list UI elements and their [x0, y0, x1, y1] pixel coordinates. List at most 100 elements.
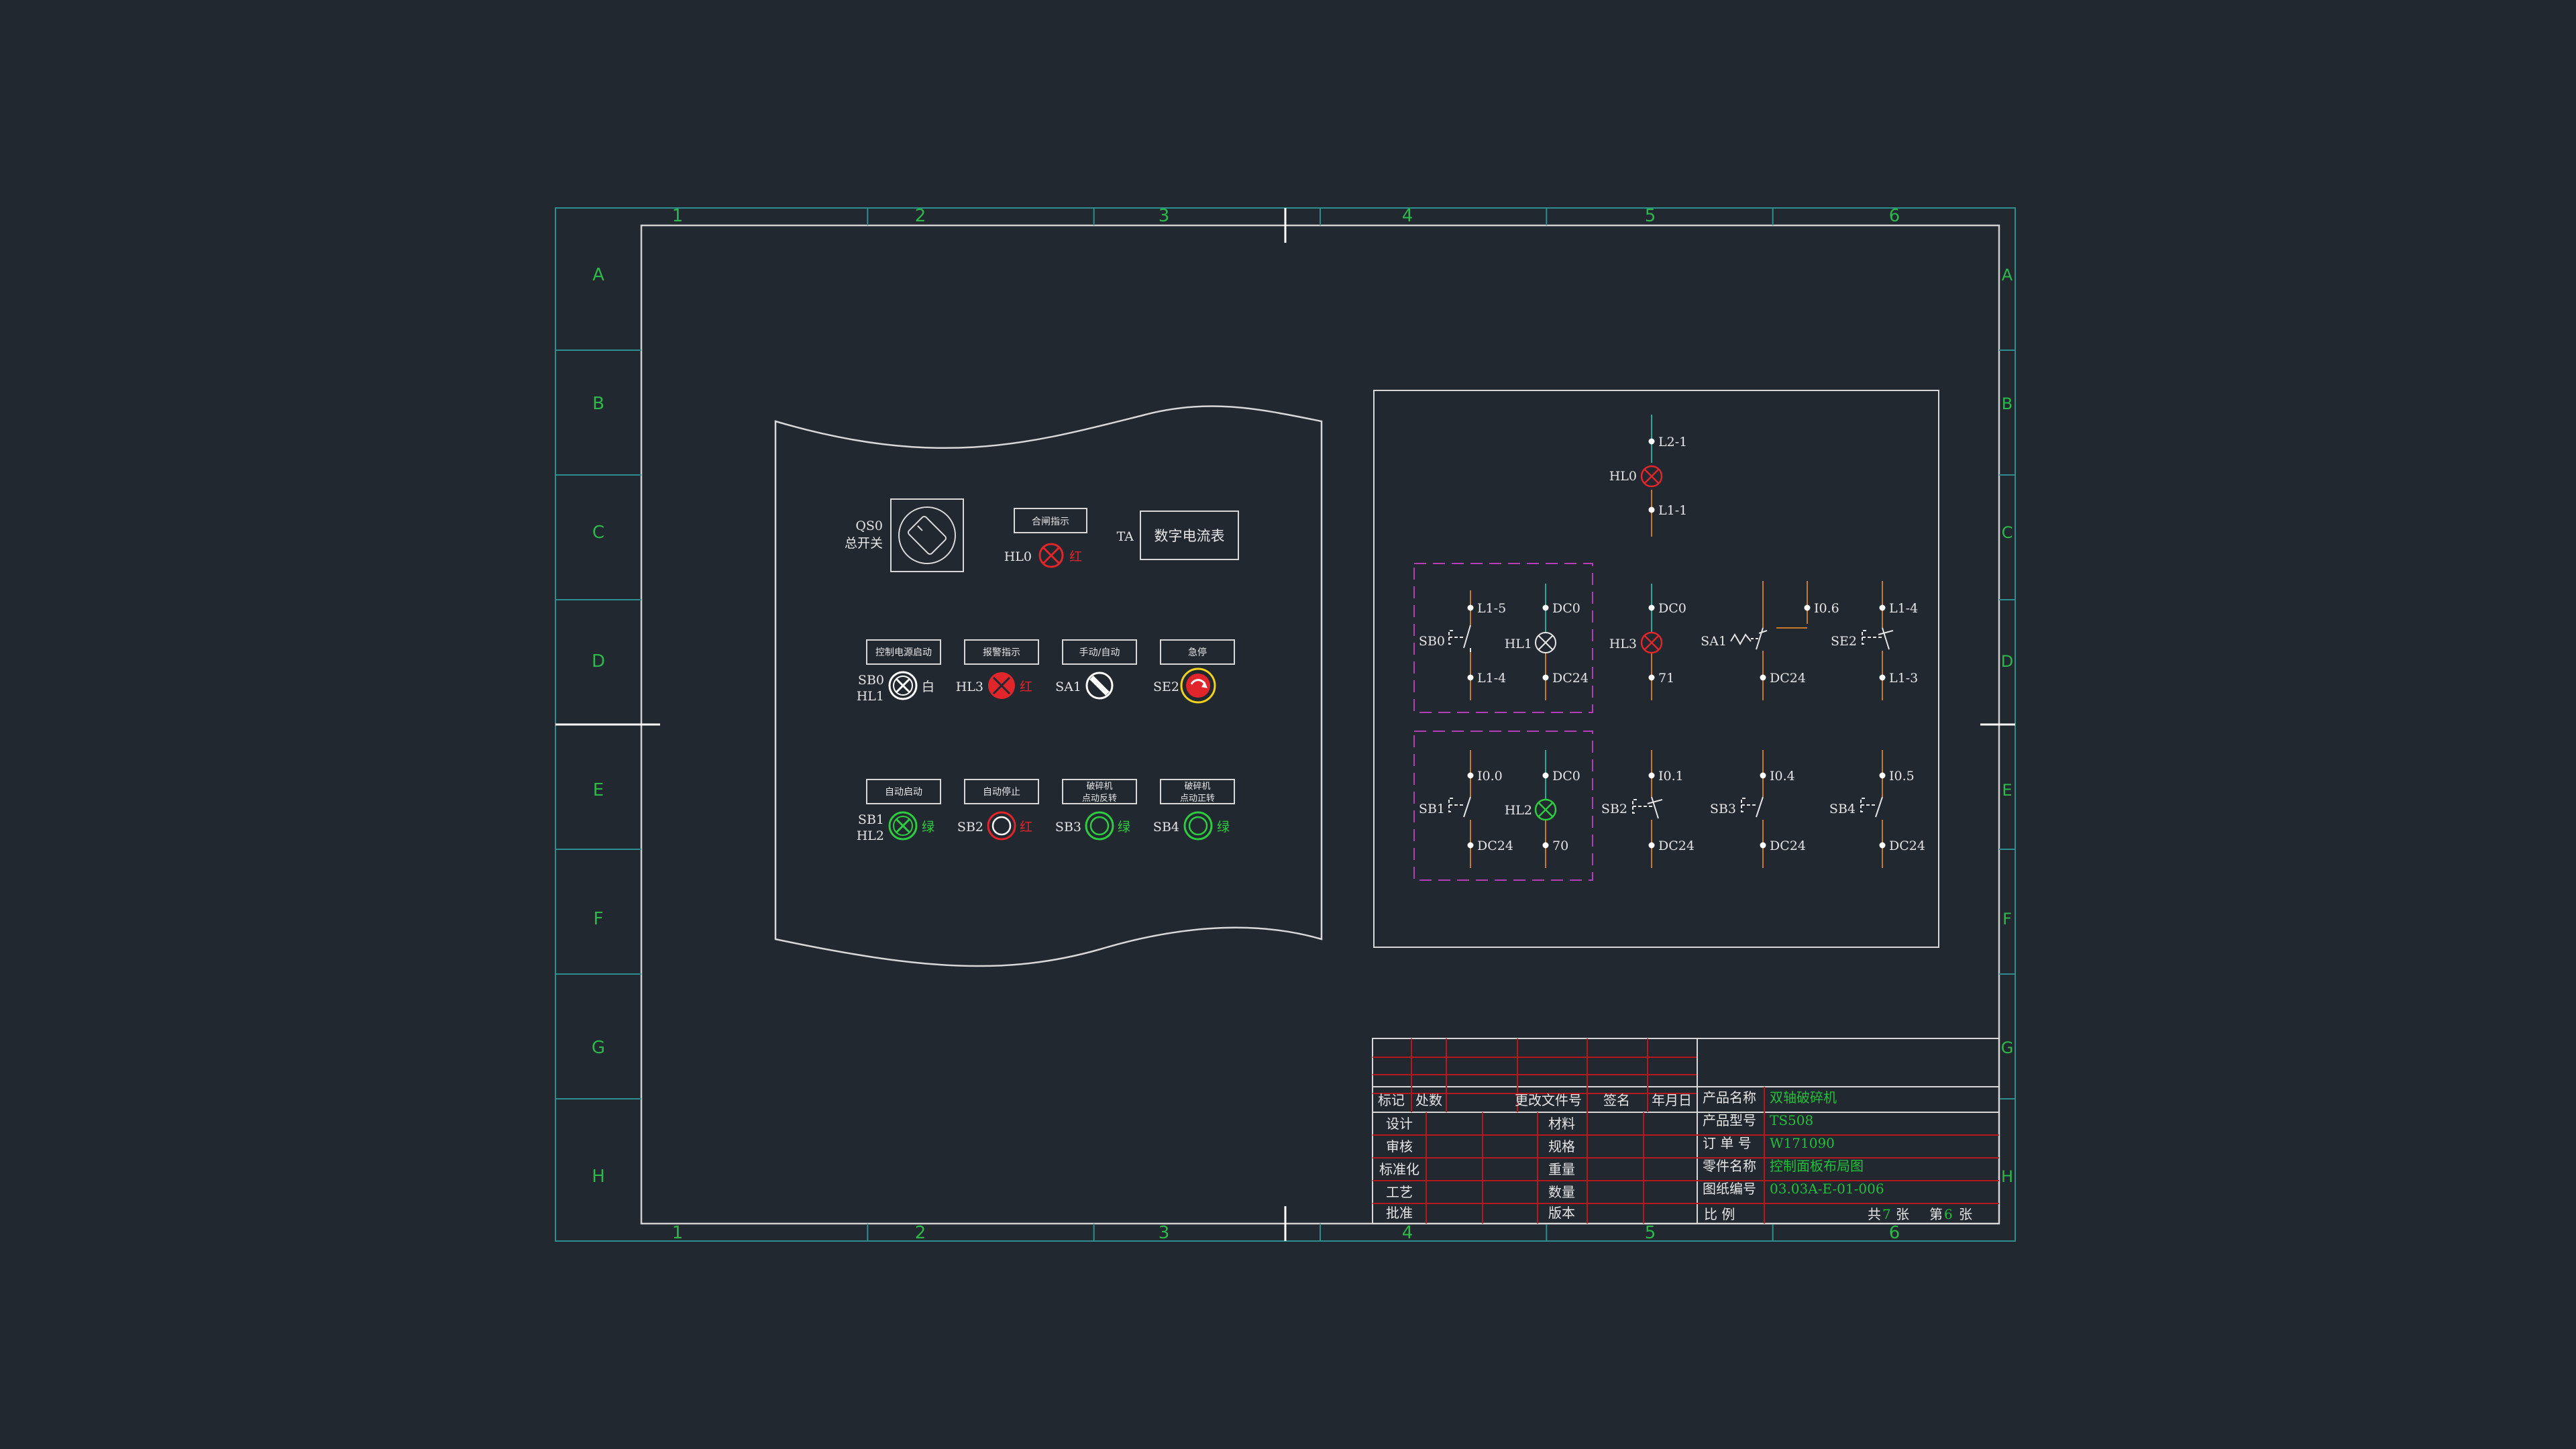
terminal-label: I0.4 [1770, 769, 1795, 784]
device-label-2: HL1 [857, 689, 884, 704]
info-field-value: 03.03A-E-01-006 [1770, 1181, 1884, 1197]
terminal-label: DC24 [1770, 671, 1806, 686]
red-push-button-icon [987, 811, 1016, 841]
terminal-label: DC24 [1770, 839, 1806, 853]
panel-row-2: 自动启动 SB1 HL2 绿 自动停止 SB2 红 破碎机 点动反转 SB3 绿… [857, 779, 1235, 843]
terminal-label: I0.6 [1814, 601, 1839, 616]
info-field-value: 双轴破碎机 [1770, 1089, 1837, 1106]
zone-column-label: 5 [1645, 206, 1656, 226]
terminal-label: L1-5 [1477, 601, 1506, 616]
sb0-circuit: L1-5 L1-4 SB0 [1419, 590, 1506, 700]
zone-column-label: 3 [1159, 1223, 1170, 1243]
info-field-label: 图纸编号 [1703, 1181, 1756, 1197]
panel-layout: QS0 总开关 合闸指示 HL0 红 TA 数字电流表 控制电源启动 SB0 H… [774, 405, 1323, 967]
nameplate-text: 自动启动 [885, 787, 922, 798]
zone-row-label: D [592, 651, 605, 672]
title-block-border [1372, 1038, 2000, 1224]
red-lamp-symbol-icon [1640, 465, 1663, 488]
revision-grid [1373, 1038, 1999, 1224]
element-label: SB4 [1829, 802, 1856, 816]
zone-row-label: E [2002, 781, 2012, 800]
info-field-value: 控制面板布局图 [1770, 1158, 1864, 1174]
title-block: 标记 处数 更改文件号 签名 年月日 设计审核标准化工艺批准 材料规格重量数量版… [1372, 1038, 2000, 1224]
revision-header: 处数 [1415, 1092, 1442, 1108]
terminal-label: L1-1 [1658, 503, 1687, 518]
hl0-label: HL0 [1004, 549, 1032, 564]
nameplate-text: 报警指示 [983, 647, 1020, 658]
red-lamp-symbol-icon [1640, 631, 1663, 654]
main-switch-icon [890, 498, 964, 572]
nameplate-text: 急停 [1188, 647, 1207, 658]
element-label: HL2 [1505, 803, 1532, 818]
approval-label: 标准化 [1379, 1161, 1419, 1177]
info-fields: 产品名称 双轴破碎机产品型号 TS508 订 单 号 W171090 零件名称 控制面板布局… [1703, 1089, 1884, 1197]
digital-ammeter-text: 数字电流表 [1155, 528, 1225, 544]
zone-column-label: 1 [672, 1223, 684, 1243]
info-field-value: TS508 [1770, 1112, 1813, 1128]
ta-label: TA [1117, 529, 1134, 544]
material-labels: 材料规格重量数量版本 [1548, 1116, 1575, 1221]
nameplate-text: 破碎机 [1086, 782, 1112, 792]
material-label: 重量 [1548, 1161, 1575, 1177]
nameplate-text: 手动/自动 [1079, 647, 1120, 658]
zone-row-label: C [2002, 523, 2013, 542]
zone-row-label: B [2002, 394, 2012, 413]
qs0-label: QS0 [855, 519, 883, 533]
zone-row-label: G [592, 1038, 605, 1058]
element-label: SB2 [1601, 802, 1627, 816]
red-alarm-lamp-icon [988, 672, 1015, 699]
zone-row-label: A [592, 265, 604, 285]
hl0-nameplate-text: 合闸指示 [1032, 517, 1069, 527]
info-field-label: 零件名称 [1703, 1158, 1756, 1174]
zone-column-label: 6 [1889, 1223, 1900, 1243]
element-label: SA1 [1701, 634, 1727, 649]
selector-switch-icon [1085, 672, 1114, 700]
sa1-circuit: I0.6 DC24 SA1 [1701, 581, 1839, 700]
element-label: SB1 [1419, 802, 1445, 816]
sheets-total-prefix: 共 [1868, 1206, 1881, 1222]
nameplate-text-2: 点动反转 [1082, 794, 1117, 804]
element-label: HL1 [1505, 637, 1532, 651]
hl0-color: 红 [1069, 549, 1082, 564]
sb3-circuit: I0.4 DC24 SB3 [1710, 750, 1806, 868]
zone-column-label: 2 [915, 1223, 926, 1243]
schematic-row-2: I0.0 DC24 SB1 DC0 70 HL2 I0.1 DC24 SB2 I… [1419, 750, 1925, 868]
approval-label: 批准 [1386, 1205, 1413, 1221]
info-grid [1697, 1087, 1999, 1224]
device-label: SB4 [1153, 820, 1179, 835]
device-label: SA1 [1055, 680, 1081, 694]
terminal-label: L1-4 [1477, 671, 1506, 686]
zone-column-label: 4 [1402, 206, 1413, 226]
terminal-label: DC0 [1552, 601, 1580, 616]
terminal-label: L2-1 [1658, 435, 1687, 449]
element-label: SB0 [1419, 634, 1445, 649]
color-label: 绿 [1118, 820, 1130, 835]
approval-labels: 设计审核标准化工艺批准 [1379, 1116, 1419, 1221]
element-label: SE2 [1831, 634, 1857, 649]
hl0-circuit: L2-1 L1-1 HL0 [1609, 415, 1687, 537]
se2-circuit: L1-4 L1-3 SE2 [1831, 581, 1918, 700]
green-push-button-icon [1085, 811, 1114, 841]
red-indicator-lamp-icon [1038, 543, 1064, 568]
info-field-label: 产品型号 [1703, 1112, 1756, 1128]
element-label: SB3 [1710, 802, 1736, 816]
drawing-frame: 1 1 2 2 3 3 4 4 5 5 6 6 A A B B C C D D E E F F G G H H [555, 206, 2016, 1243]
sheets-total-suffix: 张 [1896, 1206, 1909, 1222]
zone-labels: 1 1 2 2 3 3 4 4 5 5 6 6 A A B B C C D D E E F F G G H H [592, 206, 2013, 1243]
zone-row-label: C [592, 523, 604, 543]
cad-drawing-sheet: 1 1 2 2 3 3 4 4 5 5 6 6 A A B B C C D D E E F F G G H H QS0 总开关 合闸指… [555, 206, 2016, 1243]
terminal-label: 70 [1552, 839, 1568, 853]
info-field-value: W171090 [1770, 1135, 1835, 1151]
green-push-button-icon [1183, 811, 1213, 841]
material-label: 材料 [1548, 1116, 1575, 1132]
green-lamp-button-icon [888, 811, 918, 841]
qs0-name: 总开关 [845, 536, 883, 551]
zone-row-label: G [2001, 1038, 2014, 1057]
zone-column-label: 1 [672, 206, 684, 226]
element-label: HL3 [1609, 637, 1637, 651]
device-label-2: HL2 [857, 828, 884, 843]
hl1-circuit: DC0 DC24 HL1 [1505, 584, 1589, 700]
white-lamp-symbol-icon [1535, 632, 1556, 653]
approval-label: 设计 [1386, 1116, 1413, 1132]
terminal-label: I0.1 [1658, 769, 1684, 784]
